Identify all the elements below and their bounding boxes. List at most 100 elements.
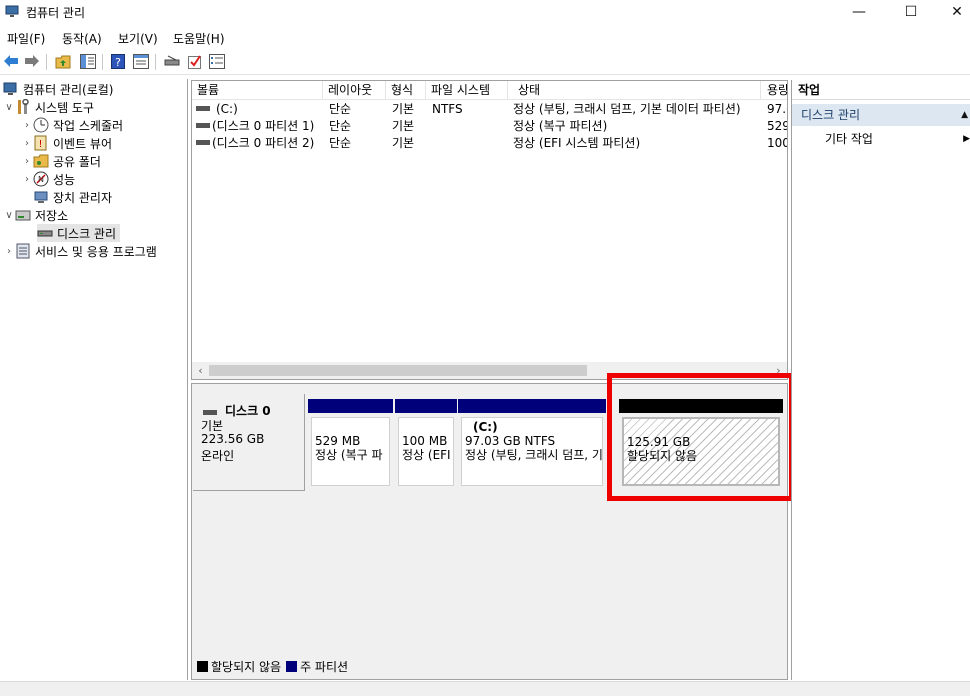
- column-header-status[interactable]: 상태: [508, 81, 761, 100]
- highlight-box: [607, 373, 794, 501]
- show-hide-tree-icon[interactable]: [79, 52, 97, 70]
- volume-filesystem: NTFS: [432, 102, 463, 116]
- tree-item-event-viewer[interactable]: › ! 이벤트 뷰어: [21, 134, 112, 152]
- disk-drive-icon: [203, 410, 217, 415]
- check-icon[interactable]: [186, 52, 204, 70]
- partition-size: 97.03 GB NTFS: [465, 434, 556, 448]
- partition-status: 정상 (부팅, 크래시 덤프, 기: [465, 448, 603, 462]
- minimize-button[interactable]: —: [836, 0, 882, 24]
- actions-pane: 작업 디스크 관리 ▲ 기타 작업 ▶: [791, 80, 970, 680]
- column-header-capacity[interactable]: 용량: [761, 81, 787, 100]
- tree-item-computer-management[interactable]: 컴퓨터 관리(로컬): [3, 80, 113, 98]
- volume-capacity: 97.0: [767, 102, 787, 116]
- chevron-down-icon[interactable]: ∨: [3, 102, 15, 113]
- status-bar: [0, 681, 970, 696]
- window-title: 컴퓨터 관리: [26, 6, 86, 20]
- chevron-right-icon[interactable]: ›: [21, 156, 33, 167]
- volume-capacity: 100: [767, 136, 788, 150]
- tree-item-device-manager[interactable]: 장치 관리자: [33, 188, 112, 206]
- disk-connect-icon[interactable]: [163, 52, 181, 70]
- column-header-layout[interactable]: 레이아웃: [323, 81, 386, 100]
- collapse-up-icon[interactable]: ▲: [961, 104, 968, 126]
- tree-item-services-apps[interactable]: › 서비스 및 응용 프로그램: [3, 242, 157, 260]
- tree-item-label: 장치 관리자: [53, 190, 113, 205]
- menu-action[interactable]: 동작(A): [62, 30, 102, 47]
- maximize-button[interactable]: ☐: [888, 0, 934, 24]
- tree-item-storage[interactable]: ∨ 저장소: [3, 206, 68, 224]
- column-header-type[interactable]: 형식: [386, 81, 426, 100]
- menu-help[interactable]: 도움말(H): [173, 30, 225, 47]
- tree-item-label: 시스템 도구: [35, 100, 95, 115]
- table-row[interactable]: (C:) 단순 기본 NTFS 정상 (부팅, 크래시 덤프, 기본 데이터 파…: [192, 101, 787, 118]
- partition-label: [315, 420, 386, 434]
- partition-bar: [395, 399, 457, 413]
- close-button[interactable]: ✕: [934, 0, 970, 24]
- volume-layout: 단순: [329, 102, 352, 116]
- chevron-right-icon[interactable]: ›: [21, 120, 33, 131]
- partition-recovery[interactable]: 529 MB 정상 (복구 파: [308, 399, 393, 486]
- tools-icon: [15, 98, 31, 115]
- partition-efi[interactable]: 100 MB 정상 (EFI: [395, 399, 457, 486]
- services-icon: [15, 243, 31, 259]
- volume-layout: 단순: [329, 119, 352, 133]
- volume-type: 기본: [392, 119, 415, 133]
- disk-size: 223.56 GB: [201, 432, 265, 446]
- tree-item-performance[interactable]: › N 성능: [21, 170, 75, 188]
- tree-item-disk-management[interactable]: 디스크 관리: [37, 224, 121, 242]
- volume-list: 볼륨 레이아웃 형식 파일 시스템 상태 용량 (C:) 단순 기본 NTFS …: [191, 80, 788, 380]
- partition-legend: 할당되지 않음 주 파티션: [197, 658, 348, 675]
- list-view-icon[interactable]: [208, 52, 226, 70]
- tree-item-label: 성능: [53, 172, 76, 187]
- disk-0-label[interactable]: 디스크 0 기본 223.56 GB 온라인: [193, 394, 305, 491]
- partition-bar: [308, 399, 393, 413]
- volume-capacity: 529: [767, 119, 788, 133]
- scroll-left-icon[interactable]: ‹: [192, 362, 209, 379]
- actions-section-disk-management[interactable]: 디스크 관리 ▲: [792, 104, 970, 126]
- partition-status: 정상 (복구 파: [315, 448, 383, 462]
- svg-text:N: N: [38, 175, 44, 184]
- tree-item-label: 공유 폴더: [53, 154, 101, 169]
- legend-label: 주 파티션: [300, 660, 349, 674]
- tree-item-system-tools[interactable]: ∨ 시스템 도구: [3, 98, 94, 116]
- volume-type: 기본: [392, 136, 415, 150]
- tree-item-task-scheduler[interactable]: › 작업 스케줄러: [21, 116, 123, 134]
- partition-size: 100 MB: [402, 434, 448, 448]
- computer-management-icon: [3, 81, 19, 97]
- back-arrow-icon[interactable]: [2, 52, 20, 70]
- scrollbar-thumb[interactable]: [209, 365, 587, 376]
- tree-item-shared-folders[interactable]: › 공유 폴더: [21, 152, 101, 170]
- column-header-volume[interactable]: 볼륨: [192, 81, 323, 100]
- chevron-right-icon[interactable]: ›: [21, 138, 33, 149]
- forward-arrow-icon[interactable]: [23, 52, 41, 70]
- volume-name: (C:): [216, 102, 238, 116]
- disk-state: 온라인: [201, 449, 235, 463]
- up-folder-icon[interactable]: [54, 52, 72, 70]
- tree-item-label: 작업 스케줄러: [53, 118, 124, 133]
- menu-view[interactable]: 보기(V): [118, 30, 158, 47]
- column-header-filesystem[interactable]: 파일 시스템: [426, 81, 508, 100]
- volume-layout: 단순: [329, 136, 352, 150]
- properties-icon[interactable]: [132, 52, 150, 70]
- svg-text:?: ?: [115, 56, 121, 69]
- action-more-actions[interactable]: 기타 작업 ▶: [792, 129, 970, 149]
- volume-status: 정상 (EFI 시스템 파티션): [513, 136, 641, 150]
- menu-file[interactable]: 파일(F): [7, 30, 45, 47]
- legend-swatch: [286, 661, 298, 672]
- partition-box: (C:) 97.03 GB NTFS 정상 (부팅, 크래시 덤프, 기: [461, 417, 603, 486]
- help-icon[interactable]: ?: [109, 52, 127, 70]
- chevron-right-icon[interactable]: ›: [3, 246, 15, 257]
- partition-c-drive[interactable]: (C:) 97.03 GB NTFS 정상 (부팅, 크래시 덤프, 기: [458, 399, 606, 486]
- partition-status: 정상 (EFI: [402, 448, 451, 462]
- table-row[interactable]: (디스크 0 파티션 1) 단순 기본 정상 (복구 파티션) 529: [192, 118, 787, 135]
- tree-item-label: 디스크 관리: [57, 226, 117, 241]
- device-manager-icon: [33, 189, 49, 205]
- toolbar: ?: [0, 49, 970, 75]
- partition-bar: [458, 399, 606, 413]
- chevron-down-icon[interactable]: ∨: [3, 210, 15, 221]
- tree-item-label: 이벤트 뷰어: [53, 136, 113, 151]
- volume-drive-icon: [196, 140, 210, 145]
- legend-label: 할당되지 않음: [211, 660, 282, 674]
- partition-size: 529 MB: [315, 434, 361, 448]
- table-row[interactable]: (디스크 0 파티션 2) 단순 기본 정상 (EFI 시스템 파티션) 100: [192, 135, 787, 152]
- chevron-right-icon[interactable]: ›: [21, 174, 33, 185]
